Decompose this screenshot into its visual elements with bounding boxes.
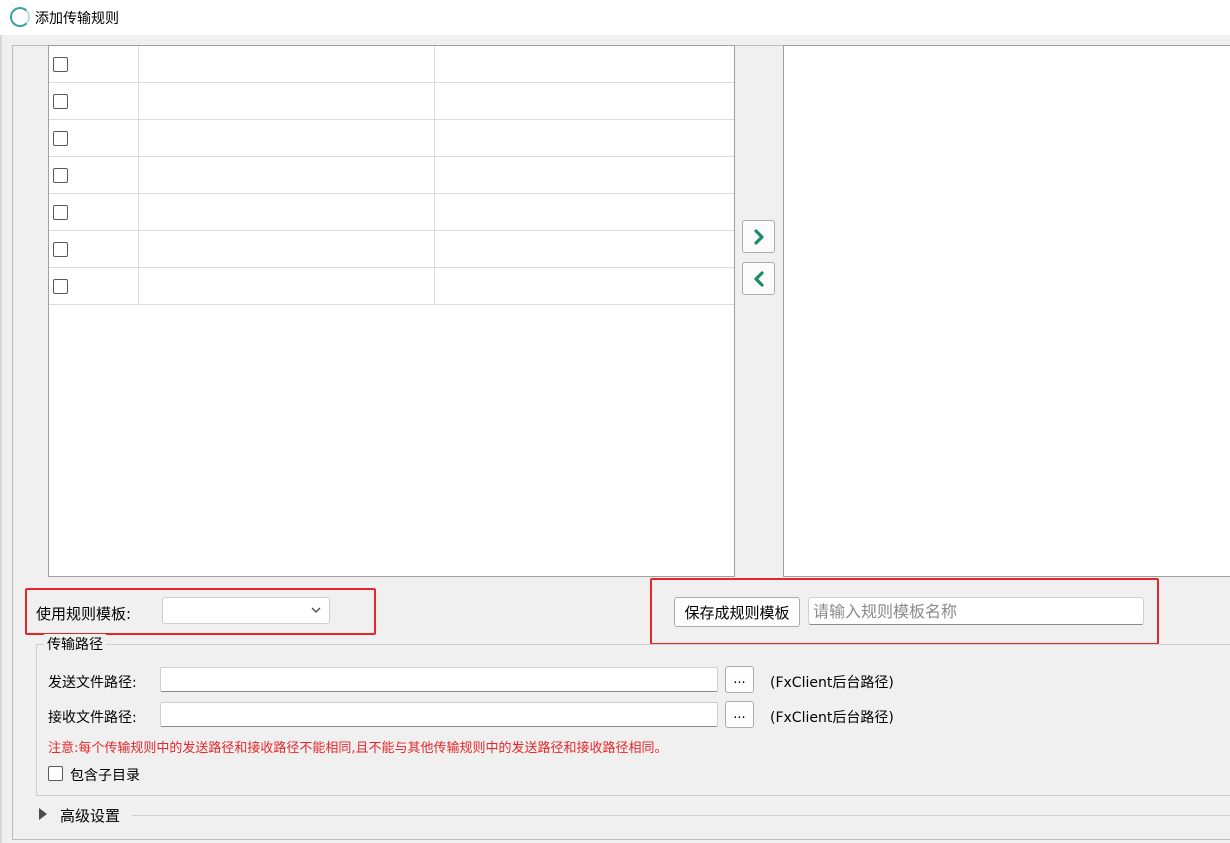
receive-path-label: 接收文件路径: <box>48 710 137 726</box>
move-left-button[interactable] <box>742 262 775 295</box>
chevron-down-icon <box>311 607 321 613</box>
send-path-label: 发送文件路径: <box>48 675 137 691</box>
advanced-divider <box>132 815 1230 816</box>
available-items-grid[interactable] <box>48 45 735 577</box>
table-row[interactable] <box>49 46 734 83</box>
template-select[interactable] <box>162 597 330 624</box>
row-checkbox[interactable] <box>53 57 68 72</box>
row-checkbox[interactable] <box>53 205 68 220</box>
path-group-title: 传输路径 <box>44 634 106 654</box>
send-path-input[interactable] <box>160 667 718 692</box>
row-checkbox[interactable] <box>53 168 68 183</box>
include-subdir-checkbox[interactable] <box>48 766 63 781</box>
save-template-button[interactable]: 保存成规则模板 <box>674 597 800 627</box>
window-title: 添加传输规则 <box>35 11 119 27</box>
left-edge <box>0 35 2 843</box>
title-bar: 添加传输规则 <box>0 0 1230 35</box>
receive-path-input[interactable] <box>160 702 718 727</box>
table-row[interactable] <box>49 231 734 268</box>
table-row[interactable] <box>49 120 734 157</box>
row-checkbox[interactable] <box>53 131 68 146</box>
chevron-right-icon <box>753 228 764 245</box>
include-subdir-label[interactable]: 包含子目录 <box>70 765 140 785</box>
table-row[interactable] <box>49 194 734 231</box>
template-name-input[interactable] <box>808 597 1144 625</box>
expand-triangle-icon[interactable] <box>39 808 47 820</box>
send-path-browse-button[interactable]: ... <box>725 666 754 693</box>
receive-path-browse-button[interactable]: ... <box>725 701 754 728</box>
table-row[interactable] <box>49 157 734 194</box>
selected-items-list[interactable] <box>783 45 1230 577</box>
table-row[interactable] <box>49 268 734 305</box>
move-right-button[interactable] <box>742 220 775 253</box>
send-path-hint: (FxClient后台路径) <box>770 675 894 691</box>
row-checkbox[interactable] <box>53 279 68 294</box>
table-row[interactable] <box>49 83 734 120</box>
row-checkbox[interactable] <box>53 94 68 109</box>
row-checkbox[interactable] <box>53 242 68 257</box>
chevron-left-icon <box>753 270 764 287</box>
receive-path-hint: (FxClient后台路径) <box>770 710 894 726</box>
advanced-settings-toggle[interactable]: 高级设置 <box>60 805 120 826</box>
use-template-label: 使用规则模板: <box>36 605 132 623</box>
path-warning-note: 注意:每个传输规则中的发送路径和接收路径不能相同,且不能与其他传输规则中的发送路… <box>48 741 668 756</box>
app-logo-icon <box>10 7 30 27</box>
